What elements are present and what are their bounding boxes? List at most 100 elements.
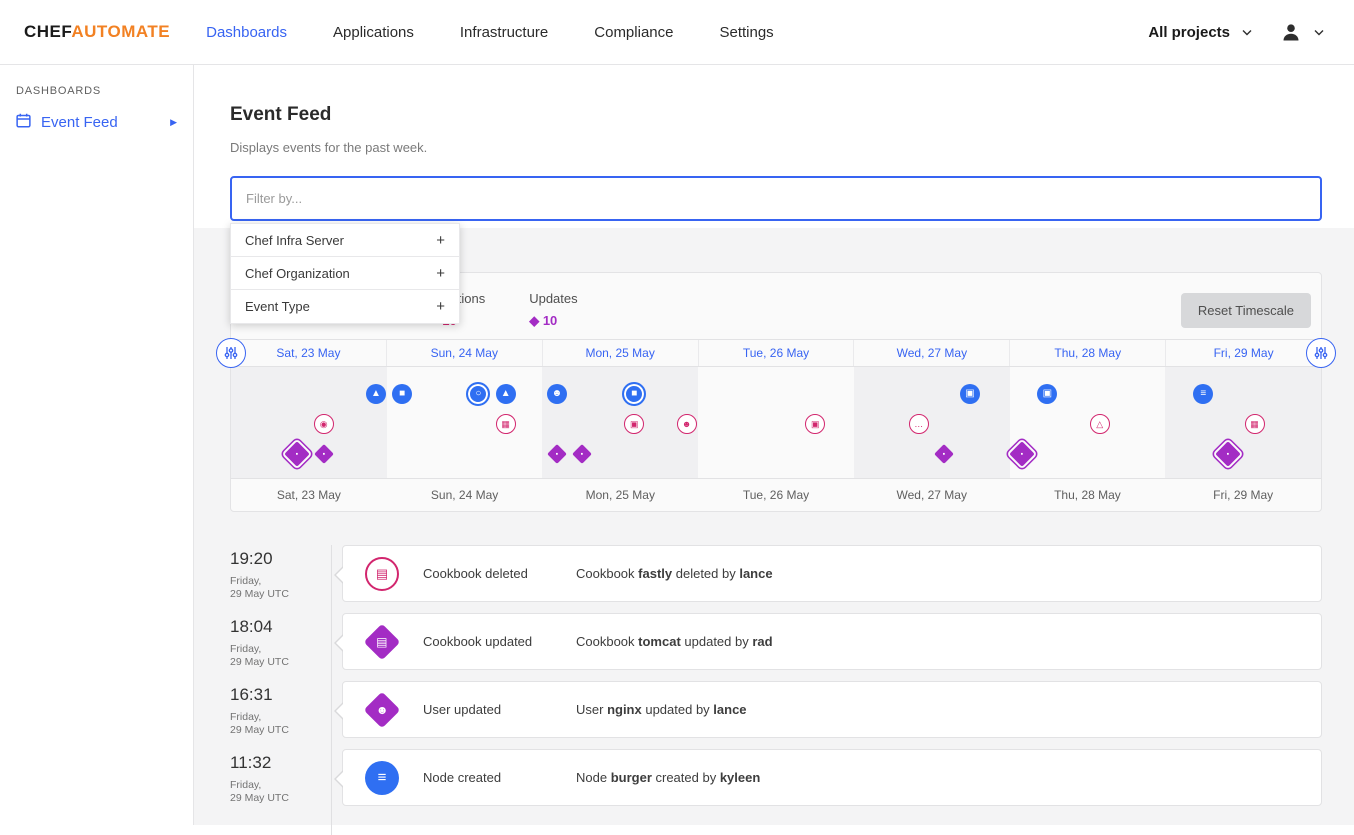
desc-part: kyleen xyxy=(720,770,760,785)
event-type-icon-delete: ▤ xyxy=(365,557,399,591)
event-marker-create[interactable]: ☻ xyxy=(547,384,567,404)
day-header-link[interactable]: Mon, 25 May xyxy=(543,340,699,366)
event-date: 29 May UTC xyxy=(230,792,342,805)
day-footer-label: Mon, 25 May xyxy=(542,479,698,511)
event-marker-create[interactable]: ■ xyxy=(622,382,646,406)
filter-dropdown-item-label: Chef Organization xyxy=(245,266,350,281)
day-footer-label: Wed, 27 May xyxy=(854,479,1010,511)
event-time: 19:20 xyxy=(230,549,342,569)
logo-chef: CHEF xyxy=(24,22,71,41)
event-date: 29 May UTC xyxy=(230,656,342,669)
event-marker-delete[interactable]: … xyxy=(909,414,929,434)
nav-item-applications[interactable]: Applications xyxy=(333,24,414,41)
expand-plus-icon: + xyxy=(436,265,445,282)
stat-value: 10 xyxy=(543,313,557,328)
event-card[interactable]: ▤Cookbook deletedCookbook fastly deleted… xyxy=(342,545,1322,602)
event-row: 19:20Friday,29 May UTC▤Cookbook deletedC… xyxy=(230,545,1322,602)
chevron-down-icon[interactable] xyxy=(1314,29,1324,36)
desc-part: nginx xyxy=(607,702,642,717)
stat-count: ◆ 10 xyxy=(529,313,577,329)
filter-dropdown-item[interactable]: Chef Infra Server+ xyxy=(231,224,459,257)
chef-automate-logo: CHEFAUTOMATE xyxy=(24,22,170,42)
marker-icon: ▪ xyxy=(581,450,583,457)
desc-part: burger xyxy=(611,770,652,785)
event-type-label: Cookbook updated xyxy=(423,634,576,649)
day-header-link[interactable]: Fri, 29 May xyxy=(1166,340,1321,366)
day-header-link[interactable]: Sun, 24 May xyxy=(387,340,543,366)
event-type-icon-create: ≡ xyxy=(365,761,399,795)
marker-icon: ▣ xyxy=(1043,389,1052,399)
filter-dropdown-item[interactable]: Chef Organization + xyxy=(231,257,459,290)
event-marker-create[interactable]: ▲ xyxy=(366,384,386,404)
event-card[interactable]: ≡Node createdNode burger created by kyle… xyxy=(342,749,1322,806)
desc-part: Cookbook xyxy=(576,634,638,649)
nav-item-compliance[interactable]: Compliance xyxy=(594,24,673,41)
day-header-link[interactable]: Thu, 28 May xyxy=(1010,340,1166,366)
day-header-link[interactable]: Wed, 27 May xyxy=(854,340,1010,366)
filter-input[interactable] xyxy=(230,176,1322,221)
event-list: 19:20 Friday, 29 May UTC ▤Cookbook deletedC… xyxy=(230,545,1322,817)
desc-part: deleted by xyxy=(672,566,739,581)
grid-column xyxy=(854,367,1010,478)
event-card[interactable]: ▤Cookbook updatedCookbook tomcat updated… xyxy=(342,613,1322,670)
event-day: Friday, xyxy=(230,711,342,724)
day-header-link[interactable]: Tue, 26 May xyxy=(699,340,855,366)
chevron-down-icon[interactable] xyxy=(1242,29,1252,36)
desc-part: tomcat xyxy=(638,634,681,649)
user-profile-icon[interactable] xyxy=(1280,21,1302,43)
desc-part: User xyxy=(576,702,607,717)
day-footer-label: Thu, 28 May xyxy=(1010,479,1166,511)
sidebar-item-event-feed[interactable]: Event Feed ▶ xyxy=(16,113,177,132)
reset-timescale-button[interactable]: Reset Timescale xyxy=(1181,293,1311,328)
event-card[interactable]: ☻User updatedUser nginx updated by lance xyxy=(342,681,1322,738)
marker-icon: ◉ xyxy=(320,420,328,429)
marker-icon: ☻ xyxy=(552,389,563,399)
event-icon-glyph: ≡ xyxy=(378,770,387,785)
event-icon-box: ▤ xyxy=(365,629,423,655)
marker-icon: ■ xyxy=(631,389,637,399)
event-marker-delete[interactable]: ▦ xyxy=(496,414,516,434)
event-timestamp: 18:04Friday,29 May UTC xyxy=(230,613,342,670)
filter-dropdown-item[interactable]: Event Type+ xyxy=(231,290,459,323)
filter-dropdown-item-label: Chef Infra Server xyxy=(245,233,344,248)
event-icon-box: ☻ xyxy=(365,697,423,723)
marker-icon: ▣ xyxy=(630,420,639,429)
event-marker-delete[interactable]: ▣ xyxy=(624,414,644,434)
event-marker-delete[interactable]: ☻ xyxy=(677,414,697,434)
event-marker-create[interactable]: ○ xyxy=(466,382,490,406)
event-type-icon-update: ☻ xyxy=(364,691,401,728)
nav-item-dashboards[interactable]: Dashboards xyxy=(206,24,287,41)
event-marker-delete[interactable]: ▦ xyxy=(1245,414,1265,434)
desc-part: lance xyxy=(739,566,772,581)
event-marker-create[interactable]: ▣ xyxy=(1037,384,1057,404)
event-marker-create[interactable]: ▲ xyxy=(496,384,516,404)
marker-icon: ▪ xyxy=(322,450,324,457)
day-header-link[interactable]: Sat, 23 May xyxy=(231,340,387,366)
event-marker-delete[interactable]: ▣ xyxy=(805,414,825,434)
event-marker-delete[interactable]: △ xyxy=(1090,414,1110,434)
timeline-scroll-left-button[interactable] xyxy=(216,338,246,368)
page-title: Event Feed xyxy=(230,104,331,126)
event-marker-delete[interactable]: ◉ xyxy=(314,414,334,434)
event-marker-create[interactable]: ≡ xyxy=(1193,384,1213,404)
marker-icon: ○ xyxy=(475,389,481,399)
stat-label: Updates xyxy=(529,291,577,306)
event-marker-create[interactable]: ■ xyxy=(392,384,412,404)
event-marker-create[interactable]: ▣ xyxy=(960,384,980,404)
nav-item-infrastructure[interactable]: Infrastructure xyxy=(460,24,548,41)
event-icon-box: ≡ xyxy=(365,761,423,795)
update-icon: ◆ xyxy=(529,313,543,328)
timeline-scroll-right-button[interactable] xyxy=(1306,338,1336,368)
navbar-right: All projects xyxy=(1148,21,1330,43)
event-day: Friday, xyxy=(230,575,342,588)
marker-icon: ■ xyxy=(399,389,405,399)
chevron-right-icon: ▶ xyxy=(170,117,177,128)
event-type-icon-update: ▤ xyxy=(364,623,401,660)
sidebar-heading: DASHBOARDS xyxy=(16,85,177,97)
grid-column xyxy=(231,367,387,478)
projects-filter[interactable]: All projects xyxy=(1148,24,1230,41)
marker-icon: ▪ xyxy=(296,450,298,457)
event-time: 16:31 xyxy=(230,685,342,705)
nav-item-settings[interactable]: Settings xyxy=(719,24,773,41)
event-timestamp: 16:31Friday,29 May UTC xyxy=(230,681,342,738)
